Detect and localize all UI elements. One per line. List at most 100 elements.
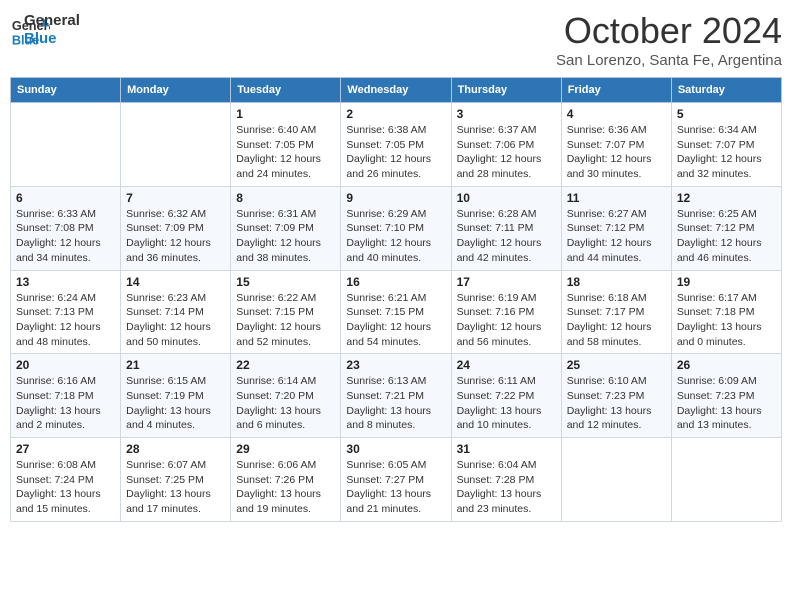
calendar-week-row: 27 Sunrise: 6:08 AM Sunset: 7:24 PM Dayli… xyxy=(11,438,782,522)
calendar-cell: 23 Sunrise: 6:13 AM Sunset: 7:21 PM Dayli… xyxy=(341,354,451,438)
day-number: 12 xyxy=(677,191,776,205)
calendar-cell: 30Sunrise: 6:05 AM Sunset: 7:27 PM Dayli… xyxy=(341,438,451,522)
day-info: Sunrise: 6:22 AM Sunset: 7:15 PM Dayligh… xyxy=(236,291,335,350)
day-info: Sunrise: 6:23 AM Sunset: 7:14 PM Dayligh… xyxy=(126,291,225,350)
day-number: 8 xyxy=(236,191,335,205)
day-info: Sunrise: 6:25 AM Sunset: 7:12 PM Dayligh… xyxy=(677,207,776,266)
day-info: Sunrise: 6:37 AM Sunset: 7:06 PM Dayligh… xyxy=(457,123,556,182)
calendar-cell: 2 Sunrise: 6:38 AM Sunset: 7:05 PM Daylig… xyxy=(341,103,451,187)
month-title: October 2024 xyxy=(556,10,782,52)
day-info: Sunrise: 6:10 AM Sunset: 7:23 PM Dayligh… xyxy=(567,374,666,433)
day-number: 18 xyxy=(567,275,666,289)
calendar-cell: 3 Sunrise: 6:37 AM Sunset: 7:06 PM Daylig… xyxy=(451,103,561,187)
calendar-cell: 28Sunrise: 6:07 AM Sunset: 7:25 PM Dayli… xyxy=(121,438,231,522)
calendar-week-row: 6Sunrise: 6:33 AM Sunset: 7:08 PM Daylig… xyxy=(11,186,782,270)
calendar-cell: 27 Sunrise: 6:08 AM Sunset: 7:24 PM Dayli… xyxy=(11,438,121,522)
day-info: Sunrise: 6:18 AM Sunset: 7:17 PM Dayligh… xyxy=(567,291,666,350)
location-title: San Lorenzo, Santa Fe, Argentina xyxy=(556,52,782,69)
calendar-cell xyxy=(671,438,781,522)
calendar-cell: 17 Sunrise: 6:19 AM Sunset: 7:16 PM Dayli… xyxy=(451,270,561,354)
calendar-cell: 10 Sunrise: 6:28 AM Sunset: 7:11 PM Dayli… xyxy=(451,186,561,270)
calendar-cell: 21 Sunrise: 6:15 AM Sunset: 7:19 PM Dayli… xyxy=(121,354,231,438)
calendar-cell: 29 Sunrise: 6:06 AM Sunset: 7:26 PM Dayli… xyxy=(231,438,341,522)
day-number: 22 xyxy=(236,358,335,372)
day-info: Sunrise: 6:09 AM Sunset: 7:23 PM Dayligh… xyxy=(677,374,776,433)
calendar-cell: 7 Sunrise: 6:32 AM Sunset: 7:09 PM Daylig… xyxy=(121,186,231,270)
day-info: Sunrise: 6:16 AM Sunset: 7:18 PM Dayligh… xyxy=(16,374,115,433)
day-number: 7 xyxy=(126,191,225,205)
logo-general-text: General xyxy=(24,12,80,30)
day-of-week-monday: Monday xyxy=(121,78,231,103)
calendar-cell: 11 Sunrise: 6:27 AM Sunset: 7:12 PM Dayli… xyxy=(561,186,671,270)
day-number: 1 xyxy=(236,107,335,121)
day-info: Sunrise: 6:08 AM Sunset: 7:24 PM Dayligh… xyxy=(16,458,115,517)
calendar-cell: 16 Sunrise: 6:21 AM Sunset: 7:15 PM Dayli… xyxy=(341,270,451,354)
day-info: Sunrise: 6:32 AM Sunset: 7:09 PM Dayligh… xyxy=(126,207,225,266)
day-info: Sunrise: 6:34 AM Sunset: 7:07 PM Dayligh… xyxy=(677,123,776,182)
day-info: Sunrise: 6:06 AM Sunset: 7:26 PM Dayligh… xyxy=(236,458,335,517)
day-number: 4 xyxy=(567,107,666,121)
calendar-cell: 4 Sunrise: 6:36 AM Sunset: 7:07 PM Daylig… xyxy=(561,103,671,187)
day-info: Sunrise: 6:27 AM Sunset: 7:12 PM Dayligh… xyxy=(567,207,666,266)
day-number: 11 xyxy=(567,191,666,205)
day-number: 30 xyxy=(346,442,445,456)
calendar-cell: 13 Sunrise: 6:24 AM Sunset: 7:13 PM Dayli… xyxy=(11,270,121,354)
day-number: 29 xyxy=(236,442,335,456)
calendar-cell: 18 Sunrise: 6:18 AM Sunset: 7:17 PM Dayli… xyxy=(561,270,671,354)
logo: General Blue General Blue xyxy=(10,10,80,50)
day-info: Sunrise: 6:38 AM Sunset: 7:05 PM Dayligh… xyxy=(346,123,445,182)
day-info: Sunrise: 6:33 AM Sunset: 7:08 PM Dayligh… xyxy=(16,207,115,266)
day-number: 2 xyxy=(346,107,445,121)
title-block: October 2024 San Lorenzo, Santa Fe, Arge… xyxy=(556,10,782,69)
day-number: 21 xyxy=(126,358,225,372)
day-of-week-sunday: Sunday xyxy=(11,78,121,103)
day-of-week-thursday: Thursday xyxy=(451,78,561,103)
day-number: 27 xyxy=(16,442,115,456)
calendar-cell xyxy=(11,103,121,187)
day-info: Sunrise: 6:14 AM Sunset: 7:20 PM Dayligh… xyxy=(236,374,335,433)
day-info: Sunrise: 6:24 AM Sunset: 7:13 PM Dayligh… xyxy=(16,291,115,350)
calendar-week-row: 13 Sunrise: 6:24 AM Sunset: 7:13 PM Dayli… xyxy=(11,270,782,354)
day-of-week-saturday: Saturday xyxy=(671,78,781,103)
day-info: Sunrise: 6:28 AM Sunset: 7:11 PM Dayligh… xyxy=(457,207,556,266)
day-number: 5 xyxy=(677,107,776,121)
calendar-cell xyxy=(121,103,231,187)
day-info: Sunrise: 6:11 AM Sunset: 7:22 PM Dayligh… xyxy=(457,374,556,433)
day-info: Sunrise: 6:31 AM Sunset: 7:09 PM Dayligh… xyxy=(236,207,335,266)
calendar-cell: 12 Sunrise: 6:25 AM Sunset: 7:12 PM Dayli… xyxy=(671,186,781,270)
day-of-week-friday: Friday xyxy=(561,78,671,103)
day-number: 23 xyxy=(346,358,445,372)
calendar-cell xyxy=(561,438,671,522)
day-info: Sunrise: 6:13 AM Sunset: 7:21 PM Dayligh… xyxy=(346,374,445,433)
calendar-cell: 14 Sunrise: 6:23 AM Sunset: 7:14 PM Dayli… xyxy=(121,270,231,354)
day-number: 25 xyxy=(567,358,666,372)
day-number: 10 xyxy=(457,191,556,205)
day-info: Sunrise: 6:19 AM Sunset: 7:16 PM Dayligh… xyxy=(457,291,556,350)
day-info: Sunrise: 6:21 AM Sunset: 7:15 PM Dayligh… xyxy=(346,291,445,350)
day-number: 31 xyxy=(457,442,556,456)
calendar-cell: 25 Sunrise: 6:10 AM Sunset: 7:23 PM Dayli… xyxy=(561,354,671,438)
calendar-cell: 31Sunrise: 6:04 AM Sunset: 7:28 PM Dayli… xyxy=(451,438,561,522)
day-info: Sunrise: 6:36 AM Sunset: 7:07 PM Dayligh… xyxy=(567,123,666,182)
calendar-cell: 20 Sunrise: 6:16 AM Sunset: 7:18 PM Dayli… xyxy=(11,354,121,438)
logo-blue-text: Blue xyxy=(24,30,80,48)
day-info: Sunrise: 6:15 AM Sunset: 7:19 PM Dayligh… xyxy=(126,374,225,433)
calendar-cell: 8 Sunrise: 6:31 AM Sunset: 7:09 PM Daylig… xyxy=(231,186,341,270)
day-of-week-wednesday: Wednesday xyxy=(341,78,451,103)
calendar-cell: 22 Sunrise: 6:14 AM Sunset: 7:20 PM Dayli… xyxy=(231,354,341,438)
calendar-cell: 26Sunrise: 6:09 AM Sunset: 7:23 PM Dayli… xyxy=(671,354,781,438)
day-number: 14 xyxy=(126,275,225,289)
calendar-cell: 1 Sunrise: 6:40 AM Sunset: 7:05 PM Daylig… xyxy=(231,103,341,187)
calendar-header-row: SundayMondayTuesdayWednesdayThursdayFrid… xyxy=(11,78,782,103)
day-number: 13 xyxy=(16,275,115,289)
day-number: 3 xyxy=(457,107,556,121)
day-number: 16 xyxy=(346,275,445,289)
calendar-cell: 6Sunrise: 6:33 AM Sunset: 7:08 PM Daylig… xyxy=(11,186,121,270)
day-number: 20 xyxy=(16,358,115,372)
day-info: Sunrise: 6:40 AM Sunset: 7:05 PM Dayligh… xyxy=(236,123,335,182)
day-number: 15 xyxy=(236,275,335,289)
calendar-cell: 24Sunrise: 6:11 AM Sunset: 7:22 PM Dayli… xyxy=(451,354,561,438)
calendar-cell: 15 Sunrise: 6:22 AM Sunset: 7:15 PM Dayli… xyxy=(231,270,341,354)
calendar-week-row: 1 Sunrise: 6:40 AM Sunset: 7:05 PM Daylig… xyxy=(11,103,782,187)
day-number: 17 xyxy=(457,275,556,289)
